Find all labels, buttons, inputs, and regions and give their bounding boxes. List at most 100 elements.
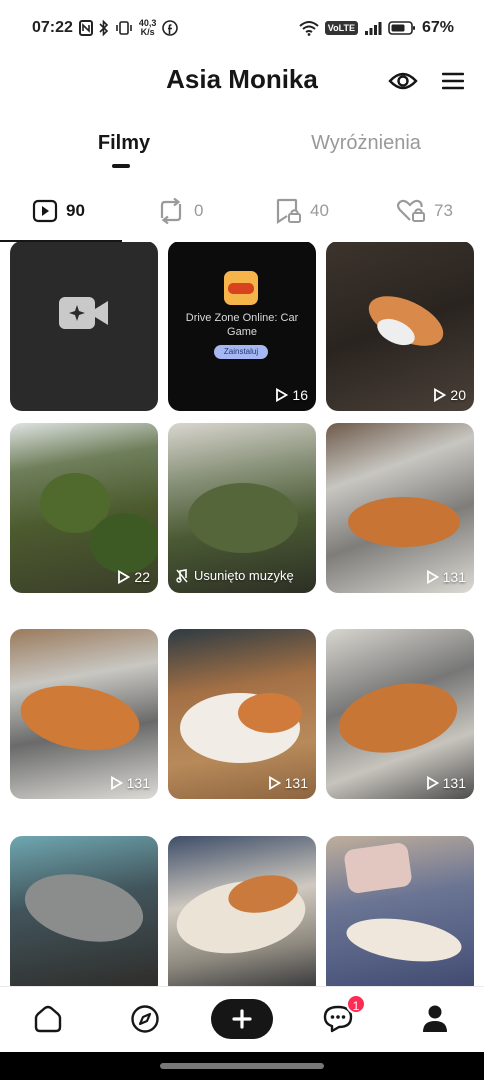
- video-tile[interactable]: 22: [10, 423, 158, 593]
- tab-active-indicator: [112, 164, 130, 168]
- music-off-icon: [176, 568, 188, 583]
- play-icon: [426, 776, 439, 790]
- eye-icon: [388, 72, 418, 90]
- messages-badge: 1: [346, 994, 366, 1014]
- status-right: VoLTE 67%: [299, 19, 454, 37]
- video-tile[interactable]: 131: [168, 629, 316, 799]
- view-count-value: 16: [292, 387, 308, 403]
- video-grid: Drive Zone Online: Car Game Zainstaluj 1…: [10, 242, 474, 986]
- menu-icon: [442, 72, 464, 90]
- tab-films[interactable]: Filmy: [24, 132, 224, 155]
- network-speed: 40,3 K/s: [139, 19, 157, 37]
- home-icon: [34, 1005, 62, 1033]
- video-tile[interactable]: Usunięto muzykę: [168, 423, 316, 593]
- play-icon: [268, 776, 281, 790]
- bottom-navigation: [0, 986, 484, 1052]
- video-tile[interactable]: 20: [326, 242, 474, 411]
- signal-icon: [364, 19, 382, 37]
- play-icon: [426, 570, 439, 584]
- cat-shape: [15, 677, 145, 759]
- menu-button[interactable]: [438, 66, 468, 96]
- video-tile[interactable]: [10, 836, 158, 986]
- cat-shape: [348, 497, 460, 547]
- play-square-icon: [32, 199, 58, 223]
- cat-shape: [361, 285, 451, 357]
- cat-shape: [238, 693, 302, 733]
- view-count-value: 131: [442, 569, 466, 585]
- content-filter-row: 90 0 40 73: [0, 192, 484, 232]
- view-count: 131: [268, 775, 308, 791]
- view-count: 22: [117, 569, 150, 585]
- bookmark-lock-icon: [276, 198, 301, 224]
- play-icon: [434, 388, 447, 402]
- speed-unit: K/s: [140, 27, 155, 37]
- liked-count: 73: [434, 201, 453, 220]
- music-removed-text: Usunięto muzykę: [194, 568, 294, 583]
- sponsored-video-tile[interactable]: Drive Zone Online: Car Game Zainstaluj 1…: [168, 242, 316, 411]
- profile-icon: [423, 1005, 447, 1032]
- video-tile[interactable]: 131: [326, 423, 474, 593]
- view-count: 131: [426, 775, 466, 791]
- system-gesture-bar: [0, 1052, 484, 1080]
- wifi-icon: [299, 19, 319, 37]
- heart-lock-icon: [396, 199, 425, 222]
- liked-filter[interactable]: 73: [396, 192, 453, 230]
- nav-explore-button[interactable]: [125, 999, 165, 1039]
- view-count-value: 131: [442, 775, 466, 791]
- view-count-value: 131: [284, 775, 308, 791]
- status-bar: 07:22 40,3 K/s VoLTE 67%: [0, 0, 484, 56]
- nav-profile-button[interactable]: [415, 999, 455, 1039]
- view-count-value: 131: [126, 775, 150, 791]
- vibrate-icon: [115, 19, 133, 37]
- videos-count: 90: [66, 201, 85, 220]
- play-icon: [276, 388, 289, 402]
- bush-shape: [90, 513, 158, 573]
- facebook-icon: [162, 19, 179, 37]
- video-tile[interactable]: 131: [326, 629, 474, 799]
- plus-icon: [232, 1009, 252, 1029]
- music-removed-label: Usunięto muzykę: [176, 568, 294, 583]
- reposts-filter[interactable]: 0: [156, 192, 203, 230]
- view-count: 131: [110, 775, 150, 791]
- view-count: 20: [433, 387, 466, 403]
- profile-tabs: Filmy Wyróżnienia: [0, 126, 484, 176]
- videos-filter[interactable]: 90: [32, 192, 85, 230]
- saved-count: 40: [310, 201, 329, 220]
- status-left: 07:22 40,3 K/s: [32, 19, 179, 37]
- bush-shape: [188, 483, 298, 553]
- tab-highlights[interactable]: Wyróżnienia: [266, 132, 466, 155]
- play-icon: [110, 776, 123, 790]
- repost-icon: [160, 198, 182, 224]
- nav-home-button[interactable]: [28, 999, 68, 1039]
- home-gesture-handle[interactable]: [160, 1063, 324, 1069]
- pillow-shape: [343, 841, 413, 895]
- view-count: 131: [426, 569, 466, 585]
- video-tile[interactable]: [168, 836, 316, 986]
- cat-shape: [343, 912, 465, 968]
- view-count: 16: [275, 387, 308, 403]
- explore-icon: [131, 1005, 159, 1033]
- bluetooth-icon: [99, 19, 109, 37]
- volte-badge: VoLTE: [324, 21, 358, 35]
- video-camera-icon: [59, 297, 108, 329]
- battery-icon: [388, 19, 416, 37]
- create-button[interactable]: [211, 999, 273, 1039]
- battery-percent: 67%: [421, 19, 454, 36]
- cat-shape: [332, 673, 464, 763]
- play-icon: [118, 570, 131, 584]
- video-tile[interactable]: [326, 836, 474, 986]
- view-count-value: 20: [450, 387, 466, 403]
- reposts-count: 0: [194, 201, 204, 220]
- ad-title: Drive Zone Online: Car Game: [185, 312, 299, 338]
- view-count-value: 22: [134, 569, 150, 585]
- video-tile[interactable]: 131: [10, 629, 158, 799]
- game-app-icon: [224, 271, 258, 305]
- profile-view-button[interactable]: [386, 66, 420, 96]
- draft-video-tile[interactable]: [10, 242, 158, 411]
- cat-shape: [18, 864, 150, 952]
- nfc-icon: [78, 19, 93, 37]
- status-time: 07:22: [32, 19, 73, 36]
- saved-filter[interactable]: 40: [274, 192, 329, 230]
- profile-header: Asia Monika: [0, 56, 484, 108]
- install-button[interactable]: Zainstaluj: [214, 345, 268, 359]
